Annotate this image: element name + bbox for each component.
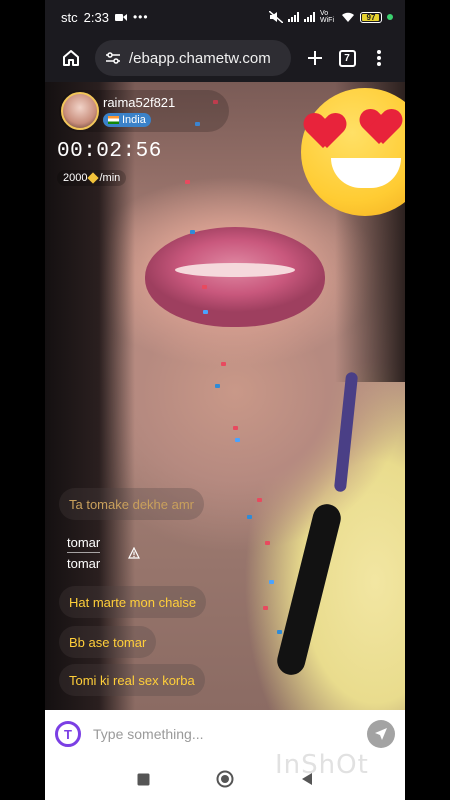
vowifi-label: Vo WiFi — [320, 10, 334, 24]
sparkle — [185, 180, 190, 184]
country-label: India — [122, 114, 146, 126]
square-icon — [137, 773, 149, 785]
video-earbud — [274, 501, 344, 678]
sparkle — [190, 230, 195, 234]
home-icon — [63, 50, 79, 66]
sparkle — [247, 515, 252, 519]
phone-screen: stc 2:33 ••• Vo WiFi 97 /ebapp.chametw.c… — [45, 0, 405, 800]
india-flag-icon — [108, 116, 119, 124]
sparkle — [265, 541, 270, 545]
home-button[interactable] — [55, 42, 87, 74]
country-badge: India — [103, 113, 151, 127]
send-icon — [375, 728, 387, 740]
avatar[interactable] — [61, 92, 99, 130]
heart-left-icon — [305, 114, 345, 150]
translated-message[interactable]: tomar tomar — [67, 535, 101, 571]
send-button[interactable] — [367, 720, 395, 748]
chat-message: Tomi ki real sex korba — [59, 664, 205, 696]
tab-count: 7 — [338, 49, 356, 67]
battery-icon: 97 — [360, 11, 382, 23]
watermark: InShOt — [275, 750, 369, 780]
mute-icon — [269, 11, 283, 23]
tab-switcher-button[interactable]: 7 — [331, 42, 363, 74]
signal-2-icon — [304, 12, 315, 22]
chat-input[interactable] — [93, 726, 367, 742]
sparkle — [221, 362, 226, 366]
signal-icon — [288, 12, 299, 22]
privacy-indicator — [387, 14, 393, 20]
rate-unit: /min — [99, 172, 121, 184]
carrier-label: stc — [61, 9, 78, 25]
circle-icon — [216, 770, 234, 788]
emoji-face — [301, 88, 405, 216]
sparkle — [235, 438, 240, 442]
recents-button[interactable] — [133, 769, 153, 789]
status-bar: stc 2:33 ••• Vo WiFi 97 — [45, 0, 405, 34]
rate-value: 2000 — [63, 172, 88, 184]
more-notifications-icon: ••• — [132, 10, 149, 24]
host-username: raima52f821 — [103, 95, 176, 110]
sparkle — [203, 310, 208, 314]
video-earphone-cable — [333, 371, 359, 493]
warning-icon[interactable] — [128, 547, 140, 559]
url-text: /ebapp.chametw.com — [129, 49, 271, 67]
sparkle — [215, 384, 220, 388]
chat-message: Bb ase tomar — [59, 626, 157, 658]
host-info[interactable]: raima52f821 India — [59, 90, 229, 132]
clock: 2:33 — [83, 9, 109, 25]
diamond-icon — [87, 172, 100, 184]
heart-right-icon — [361, 110, 401, 146]
sparkle — [263, 606, 268, 610]
sparkle — [233, 426, 238, 430]
wifi-icon — [342, 12, 354, 22]
app-logo-icon[interactable]: T — [55, 721, 81, 747]
site-settings-icon[interactable] — [105, 51, 121, 65]
chat-message: Ta tomake dekhe amr — [59, 488, 205, 520]
home-nav-button[interactable] — [215, 769, 235, 789]
rate-badge: 2000 /min — [57, 170, 127, 186]
browser-menu-button[interactable] — [363, 42, 395, 74]
sparkle — [269, 580, 274, 584]
original-text: tomar — [67, 535, 101, 553]
video-lips — [145, 227, 325, 327]
browser-toolbar: /ebapp.chametw.com 7 — [45, 34, 405, 82]
plus-icon — [308, 51, 322, 65]
new-tab-button[interactable] — [299, 42, 331, 74]
address-bar[interactable]: /ebapp.chametw.com — [95, 40, 291, 76]
sparkle — [277, 630, 282, 634]
video-teeth — [175, 263, 295, 277]
heart-eyes-emoji-icon — [301, 86, 405, 216]
translated-text: tomar — [67, 556, 101, 571]
battery-level: 97 — [366, 12, 376, 22]
more-vertical-icon — [377, 50, 381, 66]
call-timer: 00:02:56 — [57, 140, 162, 163]
sparkle — [202, 285, 207, 289]
video-camera-icon — [114, 13, 127, 21]
host-meta: raima52f821 India — [103, 95, 175, 127]
chat-message: Hat marte mon chaise — [59, 586, 207, 618]
sparkle — [257, 498, 262, 502]
